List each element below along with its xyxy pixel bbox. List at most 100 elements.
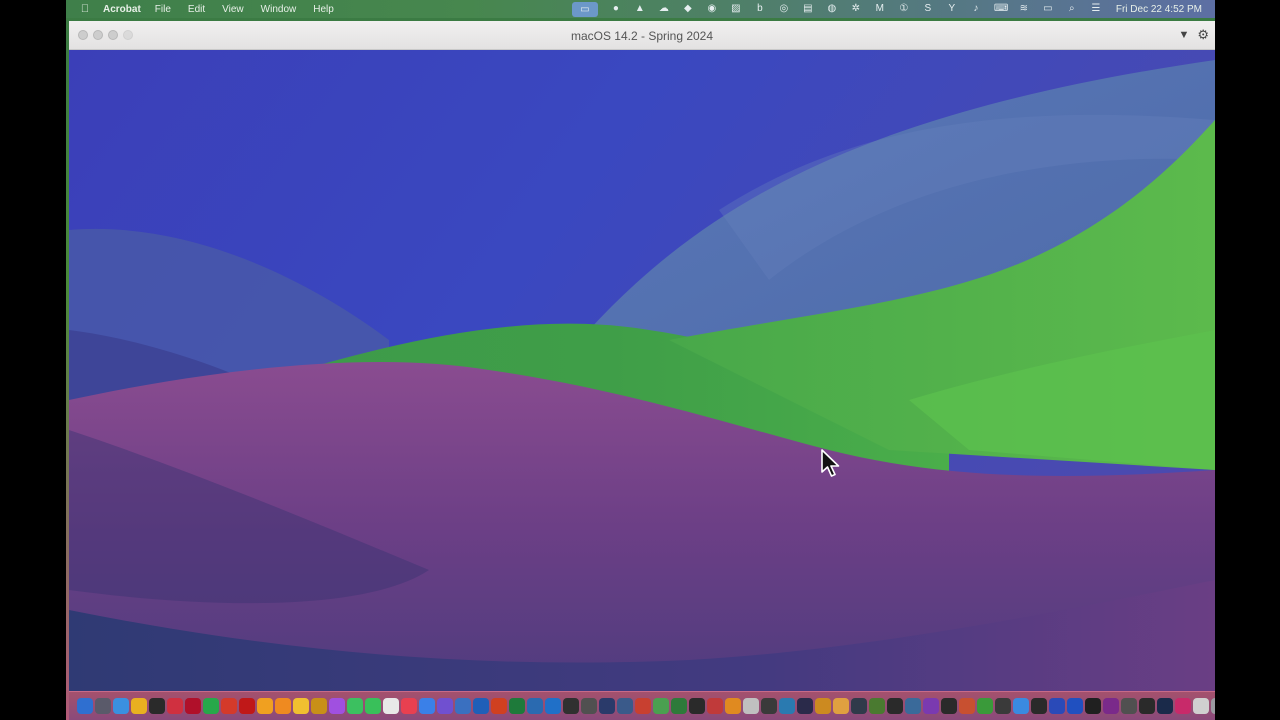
dock-app-icon[interactable]	[851, 698, 867, 714]
yt-icon[interactable]: Y	[946, 4, 958, 14]
battery-icon[interactable]: ▭	[1042, 4, 1054, 14]
dropdown-arrow-icon[interactable]: ▼	[1178, 29, 1189, 41]
dock-app-icon[interactable]	[347, 698, 363, 714]
malwarebytes-icon[interactable]: M	[874, 4, 886, 14]
dock-app-icon[interactable]	[941, 698, 957, 714]
dock-app-icon[interactable]	[455, 698, 471, 714]
camera-icon[interactable]: ◍	[826, 4, 838, 14]
dock-app-icon[interactable]	[797, 698, 813, 714]
volume-icon[interactable]: ♪	[970, 4, 982, 14]
dock-app-icon[interactable]	[833, 698, 849, 714]
dock-app-icon[interactable]	[491, 698, 507, 714]
s-app-icon[interactable]: S	[922, 4, 934, 14]
drive-icon[interactable]: ▲	[634, 4, 646, 14]
dock-app-icon[interactable]	[1013, 698, 1029, 714]
dock-app-icon[interactable]	[887, 698, 903, 714]
apple-menu-icon[interactable]: 	[78, 3, 92, 15]
screen-share-icon[interactable]: ▭	[571, 1, 598, 17]
dock-app-icon[interactable]	[239, 698, 255, 714]
onepassword-icon[interactable]: ①	[898, 4, 910, 14]
sonoma-wallpaper	[69, 50, 1215, 691]
dock-app-icon[interactable]	[761, 698, 777, 714]
dock-app-icon[interactable]	[77, 698, 93, 714]
dock-app-icon[interactable]	[1067, 698, 1083, 714]
dock-app-icon[interactable]	[185, 698, 201, 714]
dock-app-icon[interactable]	[923, 698, 939, 714]
fingerprint-icon[interactable]: ◎	[778, 4, 790, 14]
dock-app-icon[interactable]	[473, 698, 489, 714]
vm-desktop-wallpaper[interactable]	[69, 50, 1215, 691]
dock-app-icon[interactable]	[599, 698, 615, 714]
menu-view[interactable]: View	[222, 4, 244, 15]
dock-app-icon[interactable]	[977, 698, 993, 714]
dock-app-icon[interactable]	[617, 698, 633, 714]
record-icon[interactable]: ●	[610, 4, 622, 14]
dock-app-icon[interactable]	[509, 698, 525, 714]
dock-app-icon[interactable]	[707, 698, 723, 714]
dock-app-icon[interactable]	[329, 698, 345, 714]
dock-app-icon[interactable]	[131, 698, 147, 714]
search-icon[interactable]: ⌕	[1066, 4, 1078, 14]
dock-app-icon[interactable]	[1175, 698, 1191, 714]
dock-app-icon[interactable]	[905, 698, 921, 714]
dock-app-icon[interactable]	[1211, 698, 1215, 714]
keyboard-icon[interactable]: ⌨	[994, 4, 1008, 14]
dock-app-icon[interactable]	[743, 698, 759, 714]
dock-app-icon[interactable]	[437, 698, 453, 714]
dock-app-icon[interactable]	[221, 698, 237, 714]
dock-app-icon[interactable]	[689, 698, 705, 714]
dock-app-icon[interactable]	[257, 698, 273, 714]
dock-app-icon[interactable]	[95, 698, 111, 714]
dock-app-icon[interactable]	[869, 698, 885, 714]
box-icon[interactable]: b	[754, 4, 766, 14]
dock-app-icon[interactable]	[959, 698, 975, 714]
menu-edit[interactable]: Edit	[188, 4, 205, 15]
cloud-sync-icon[interactable]: ☁	[658, 4, 670, 14]
vm-title-bar[interactable]: macOS 14.2 - Spring 2024 ▼ ⚙	[69, 21, 1215, 50]
clock[interactable]: Fri Dec 22 4:52 PM	[1116, 4, 1202, 15]
cube-icon[interactable]: ◆	[682, 4, 694, 14]
folder-icon[interactable]: ▤	[802, 4, 814, 14]
settings-icon[interactable]: ✲	[850, 4, 862, 14]
dock-app-icon[interactable]	[653, 698, 669, 714]
dock-app-icon[interactable]	[419, 698, 435, 714]
dock-app-icon[interactable]	[1103, 698, 1119, 714]
dock-app-icon[interactable]	[1121, 698, 1137, 714]
dock-app-icon[interactable]	[293, 698, 309, 714]
dock-app-icon[interactable]	[1049, 698, 1065, 714]
dock-app-icon[interactable]	[401, 698, 417, 714]
dock-app-icon[interactable]	[275, 698, 291, 714]
dock-app-icon[interactable]	[635, 698, 651, 714]
dock-app-icon[interactable]	[995, 698, 1011, 714]
dock-app-icon[interactable]	[113, 698, 129, 714]
dock-app-icon[interactable]	[779, 698, 795, 714]
dock-app-icon[interactable]	[671, 698, 687, 714]
menu-window[interactable]: Window	[261, 4, 297, 15]
dock-app-icon[interactable]	[563, 698, 579, 714]
dock-app-icon[interactable]	[167, 698, 183, 714]
dock-app-icon[interactable]	[725, 698, 741, 714]
app-icon[interactable]: ◉	[706, 4, 718, 14]
wifi-icon[interactable]: ≋	[1018, 4, 1030, 14]
image-icon[interactable]: ▨	[730, 4, 742, 14]
dock-app-icon[interactable]	[311, 698, 327, 714]
dock-app-icon[interactable]	[815, 698, 831, 714]
dock-app-icon[interactable]	[527, 698, 543, 714]
app-menu[interactable]: Acrobat	[103, 4, 141, 15]
dock-app-icon[interactable]	[1193, 698, 1209, 714]
dock-app-icon[interactable]	[365, 698, 381, 714]
dock-app-icon[interactable]	[1085, 698, 1101, 714]
control-center-icon[interactable]: ☰	[1090, 4, 1102, 14]
dock-app-icon[interactable]	[1157, 698, 1173, 714]
menu-help[interactable]: Help	[313, 4, 334, 15]
dock-app-icon[interactable]	[545, 698, 561, 714]
host-screen:  Acrobat File Edit View Window Help ▭ ● ▲…	[66, 0, 1215, 720]
dock-app-icon[interactable]	[149, 698, 165, 714]
dock-app-icon[interactable]	[1031, 698, 1047, 714]
dock-app-icon[interactable]	[383, 698, 399, 714]
gear-icon[interactable]: ⚙	[1197, 27, 1209, 43]
dock-app-icon[interactable]	[1139, 698, 1155, 714]
dock-app-icon[interactable]	[203, 698, 219, 714]
dock-app-icon[interactable]	[581, 698, 597, 714]
menu-file[interactable]: File	[155, 4, 171, 15]
